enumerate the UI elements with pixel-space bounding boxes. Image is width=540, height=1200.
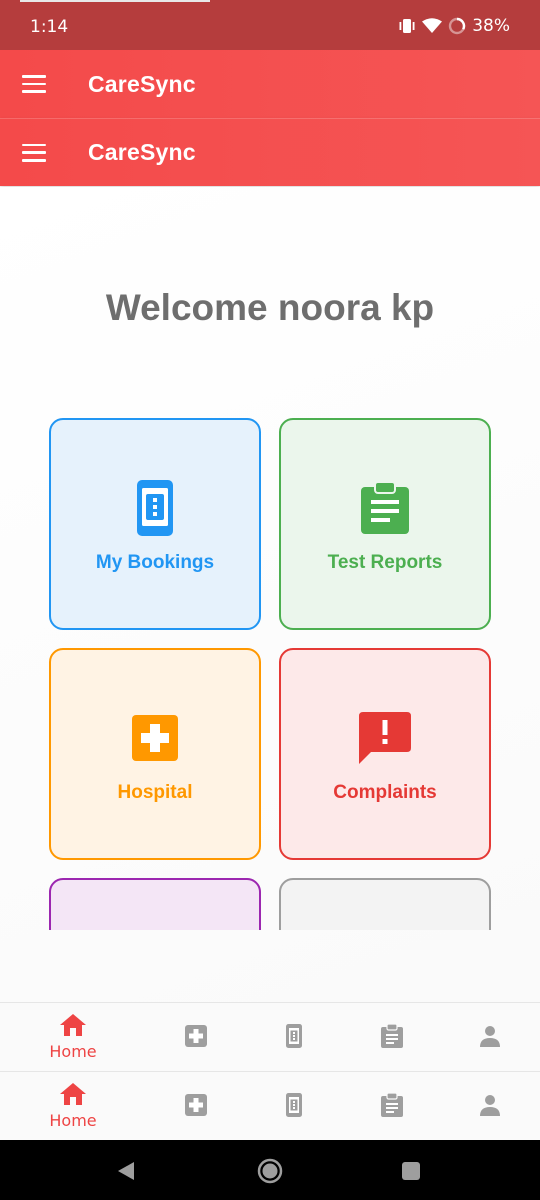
hospital-plus-icon: [185, 1093, 207, 1120]
nav-reports[interactable]: [343, 1072, 441, 1141]
status-time: 1:14: [30, 17, 69, 37]
menu-icon[interactable]: [22, 143, 46, 162]
nav-hospital[interactable]: [147, 1072, 245, 1141]
nav-bookings[interactable]: [245, 1072, 343, 1141]
card-label: My Bookings: [95, 552, 215, 573]
battery-icon: [448, 17, 466, 35]
back-icon[interactable]: [116, 1161, 136, 1185]
card-my-bookings[interactable]: My Bookings: [49, 418, 261, 630]
nav-hospital[interactable]: [147, 1003, 245, 1072]
person-icon: [479, 1025, 501, 1051]
card-label: Complaints: [333, 782, 437, 803]
nav-profile[interactable]: [441, 1003, 539, 1072]
hospital-plus-icon: [127, 708, 183, 768]
battery-percent: 38%: [472, 16, 510, 36]
status-bar: 1:14 38%: [0, 0, 540, 50]
clipboard-icon: [357, 478, 413, 538]
app-bar: CareSync: [0, 50, 540, 118]
recents-icon[interactable]: [401, 1161, 421, 1185]
card-complaints[interactable]: Complaints: [279, 648, 491, 860]
nav-profile[interactable]: [441, 1072, 539, 1141]
clipboard-icon: [381, 1022, 403, 1052]
status-right: 38%: [398, 16, 510, 36]
wifi-icon: [422, 18, 443, 34]
home-icon: [60, 1014, 86, 1040]
nav-home-label: Home: [49, 1042, 97, 1061]
clipboard-icon: [381, 1091, 403, 1121]
app-title: CareSync: [88, 70, 196, 97]
app-bar-duplicate: CareSync: [0, 118, 540, 186]
nav-home[interactable]: Home: [24, 1003, 122, 1072]
main-content: Welcome noora kp My Bookings Test Report…: [0, 187, 540, 1002]
nav-reports[interactable]: [343, 1003, 441, 1072]
home-icon: [60, 1083, 86, 1109]
home-circle-icon[interactable]: [257, 1158, 283, 1188]
feature-grid: My Bookings Test Reports Hospital Compla…: [0, 187, 540, 930]
hospital-plus-icon: [185, 1024, 207, 1051]
app-title: CareSync: [88, 139, 196, 165]
card-test-reports[interactable]: Test Reports: [279, 418, 491, 630]
system-nav-bar: [0, 1140, 540, 1200]
card-extra-2[interactable]: [279, 878, 491, 930]
feedback-alert-icon: [357, 708, 413, 768]
booking-phone-icon: [127, 478, 183, 538]
card-extra-1[interactable]: [49, 878, 261, 930]
vibrate-icon: [398, 18, 416, 34]
booking-phone-icon: [286, 1023, 302, 1052]
nav-bookings[interactable]: [245, 1003, 343, 1072]
booking-phone-icon: [286, 1092, 302, 1121]
menu-icon[interactable]: [22, 75, 46, 93]
card-label: Hospital: [117, 782, 193, 803]
nav-home[interactable]: Home: [24, 1072, 122, 1141]
person-icon: [479, 1094, 501, 1120]
status-notch: [20, 0, 210, 2]
bottom-nav: Home: [0, 1002, 540, 1071]
card-label: Test Reports: [327, 552, 443, 573]
bottom-nav-duplicate: Home: [0, 1071, 540, 1140]
card-hospital[interactable]: Hospital: [49, 648, 261, 860]
nav-home-label: Home: [49, 1111, 97, 1130]
